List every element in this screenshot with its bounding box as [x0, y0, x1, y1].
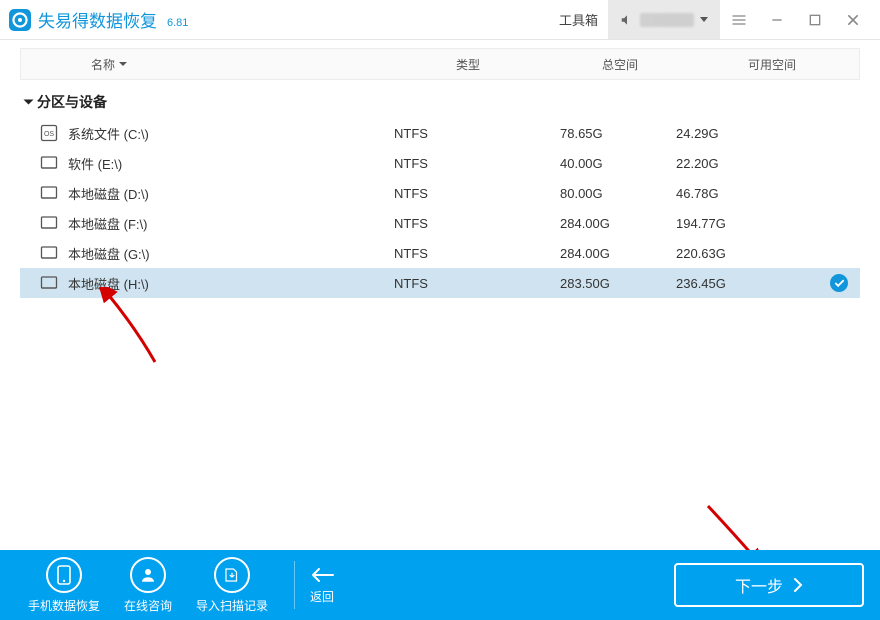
drive-total: 78.65G: [560, 126, 676, 141]
drive-row[interactable]: OS 系统文件 (C:\) NTFS78.65G24.29G: [20, 118, 860, 148]
col-free-header[interactable]: 可用空间: [685, 56, 859, 73]
drive-name: 本地磁盘 (H:\): [68, 274, 149, 293]
back-label: 返回: [310, 588, 334, 605]
app-title: 失易得数据恢复: [38, 7, 157, 32]
drive-free: 46.78G: [676, 186, 792, 201]
toolbox-button[interactable]: 工具箱: [549, 10, 608, 29]
drive-total: 284.00G: [560, 246, 676, 261]
app-logo-icon: [8, 8, 32, 32]
os-drive-icon: OS: [40, 124, 58, 142]
titlebar: 失易得数据恢复 6.81 工具箱: [0, 0, 880, 40]
svg-text:OS: OS: [44, 131, 54, 138]
disk-drive-icon: [40, 154, 58, 172]
drive-free: 236.45G: [676, 276, 792, 291]
drive-name: 系统文件 (C:\): [68, 124, 149, 143]
drive-name: 软件 (E:\): [68, 154, 122, 173]
menu-button[interactable]: [720, 0, 758, 39]
drive-type: NTFS: [386, 246, 560, 261]
footer-divider: [294, 561, 295, 609]
sort-caret-icon: [119, 62, 127, 66]
online-support-button[interactable]: 在线咨询: [112, 557, 184, 614]
drive-row[interactable]: 本地磁盘 (D:\) NTFS80.00G46.78G: [20, 178, 860, 208]
user-name-blurred: [640, 13, 694, 27]
next-label: 下一步: [735, 573, 783, 597]
drive-name: 本地磁盘 (G:\): [68, 244, 150, 263]
drive-type: NTFS: [386, 216, 560, 231]
app-version: 6.81: [167, 17, 188, 29]
drive-type: NTFS: [386, 156, 560, 171]
next-button[interactable]: 下一步: [674, 563, 864, 607]
drive-total: 283.50G: [560, 276, 676, 291]
disk-drive-icon: [40, 244, 58, 262]
drive-row[interactable]: 本地磁盘 (F:\) NTFS284.00G194.77G: [20, 208, 860, 238]
drive-free: 220.63G: [676, 246, 792, 261]
drive-free: 22.20G: [676, 156, 792, 171]
drive-type: NTFS: [386, 126, 560, 141]
disk-drive-icon: [40, 214, 58, 232]
section-partitions[interactable]: 分区与设备: [0, 80, 880, 118]
disk-drive-icon: [40, 184, 58, 202]
phone-recovery-button[interactable]: 手机数据恢复: [16, 557, 112, 614]
user-menu[interactable]: [608, 0, 720, 39]
drive-total: 40.00G: [560, 156, 676, 171]
section-toggle-icon: [24, 100, 34, 105]
drive-row[interactable]: 软件 (E:\) NTFS40.00G22.20G: [20, 148, 860, 178]
import-scan-label: 导入扫描记录: [196, 597, 268, 614]
titlebar-tools: 工具箱: [549, 0, 872, 39]
col-type-header[interactable]: 类型: [381, 56, 555, 73]
import-scan-button[interactable]: 导入扫描记录: [184, 557, 280, 614]
col-total-header[interactable]: 总空间: [555, 56, 685, 73]
col-name-header[interactable]: 名称: [21, 56, 381, 73]
drive-row[interactable]: 本地磁盘 (H:\) NTFS283.50G236.45G: [20, 268, 860, 298]
chevron-right-icon: [793, 578, 803, 592]
minimize-button[interactable]: [758, 0, 796, 39]
phone-icon: [46, 557, 82, 593]
person-icon: [130, 557, 166, 593]
column-header: 名称 类型 总空间 可用空间: [20, 48, 860, 80]
close-button[interactable]: [834, 0, 872, 39]
col-name-label: 名称: [91, 56, 115, 73]
drive-type: NTFS: [386, 186, 560, 201]
annotation-arrow: [95, 287, 165, 367]
drive-list: OS系统文件 (C:\)NTFS78.65G24.29G软件 (E:\)NTFS…: [20, 118, 860, 298]
drive-row[interactable]: 本地磁盘 (G:\) NTFS284.00G220.63G: [20, 238, 860, 268]
section-label: 分区与设备: [37, 92, 107, 112]
drive-name: 本地磁盘 (D:\): [68, 184, 149, 203]
online-support-label: 在线咨询: [124, 597, 172, 614]
drive-total: 284.00G: [560, 216, 676, 231]
footer-bar: 手机数据恢复 在线咨询 导入扫描记录 返回 下一步: [0, 550, 880, 620]
speaker-icon: [620, 13, 634, 27]
drive-total: 80.00G: [560, 186, 676, 201]
back-button[interactable]: 返回: [309, 566, 335, 605]
back-arrow-icon: [309, 566, 335, 584]
drive-type: NTFS: [386, 276, 560, 291]
app-logo-wrap: 失易得数据恢复 6.81: [8, 7, 188, 32]
selected-check-icon: [830, 274, 848, 292]
maximize-button[interactable]: [796, 0, 834, 39]
drive-free: 24.29G: [676, 126, 792, 141]
caret-down-icon: [700, 17, 708, 22]
drive-name: 本地磁盘 (F:\): [68, 214, 147, 233]
import-icon: [214, 557, 250, 593]
drive-free: 194.77G: [676, 216, 792, 231]
phone-recovery-label: 手机数据恢复: [28, 597, 100, 614]
disk-drive-icon: [40, 274, 58, 292]
